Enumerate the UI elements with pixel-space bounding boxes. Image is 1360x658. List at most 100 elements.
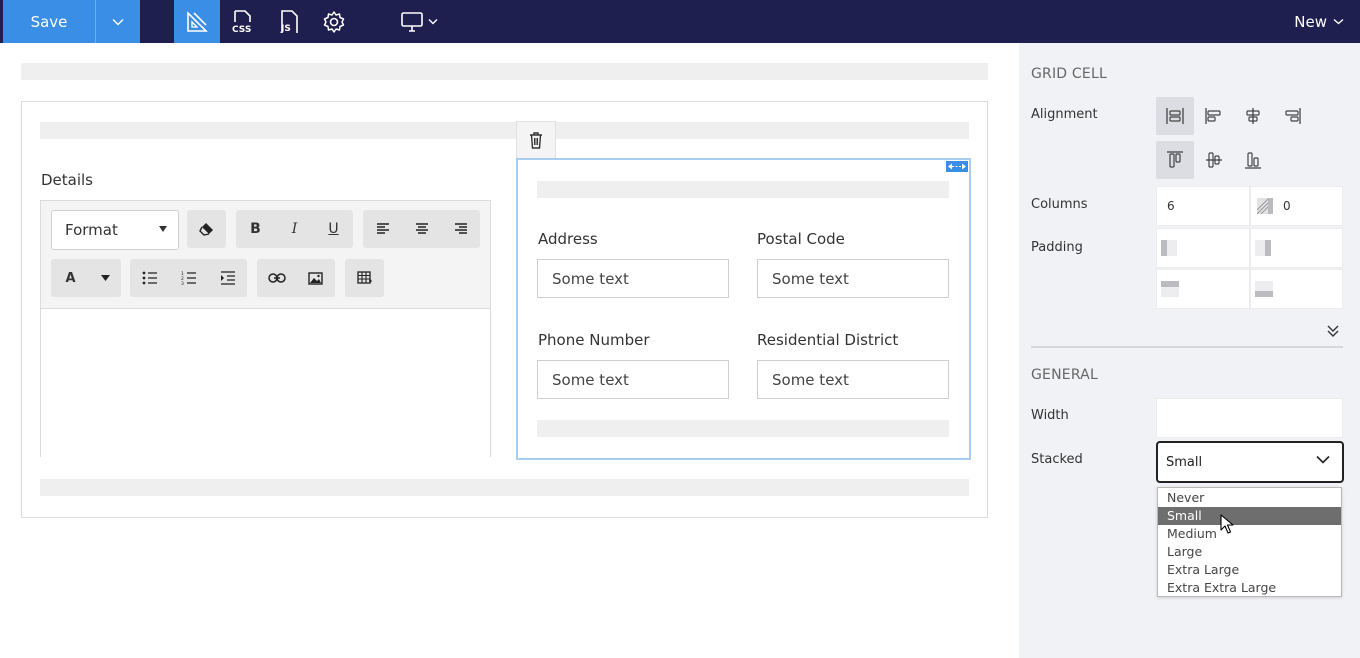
align-left-icon — [376, 223, 389, 234]
phone-number-input[interactable]: Some text — [537, 360, 729, 399]
numbered-list-icon: 123 — [181, 271, 196, 285]
offset-icon — [1257, 198, 1273, 214]
details-label: Details — [41, 171, 94, 189]
bold-button[interactable]: B — [236, 210, 275, 248]
css-editor-button[interactable]: CSS — [220, 0, 266, 43]
delete-cell-button[interactable] — [516, 121, 556, 159]
rich-text-editor[interactable]: Format B I U A 1 2 3 — [40, 200, 491, 457]
layout-ruler-button[interactable] — [174, 0, 220, 43]
list-group: 123 — [130, 259, 247, 297]
device-preview-dropdown[interactable] — [394, 0, 444, 43]
residential-district-input[interactable]: Some text — [757, 360, 949, 399]
valign-center-icon — [1206, 152, 1222, 168]
chevron-down-icon — [1316, 455, 1330, 464]
align-center-h-button[interactable] — [1234, 97, 1272, 135]
valign-top-icon — [1167, 151, 1183, 168]
indent-button[interactable] — [208, 259, 247, 297]
width-input[interactable] — [1156, 398, 1343, 438]
stacked-option-never[interactable]: Never — [1158, 489, 1341, 507]
font-color-group: A — [51, 259, 121, 297]
save-button[interactable]: Save — [3, 0, 95, 43]
image-icon — [308, 271, 323, 285]
drop-zone-placeholder[interactable] — [40, 122, 969, 139]
js-editor-button[interactable]: JS — [266, 0, 312, 43]
expand-more-button[interactable] — [1326, 323, 1340, 342]
padding-left-input[interactable] — [1156, 228, 1250, 268]
stacked-options-list: Never Small Medium Large Extra Large Ext… — [1157, 487, 1342, 597]
padding-label: Padding — [1031, 240, 1083, 255]
resize-handle[interactable] — [946, 161, 968, 172]
bulleted-list-button[interactable] — [130, 259, 169, 297]
residential-district-label: Residential District — [757, 331, 899, 349]
stacked-option-medium[interactable]: Medium — [1158, 525, 1341, 543]
chevron-down-icon — [428, 19, 438, 25]
alignment-group — [363, 210, 480, 248]
font-color-button[interactable]: A — [51, 259, 90, 297]
align-stretch-button[interactable] — [1156, 97, 1194, 135]
drop-zone-placeholder[interactable] — [21, 63, 988, 80]
insert-table-button[interactable] — [345, 259, 384, 297]
link-icon — [267, 273, 286, 283]
columns-input[interactable]: 6 — [1156, 186, 1250, 226]
bulleted-list-icon — [142, 271, 157, 285]
stacked-label: Stacked — [1031, 452, 1083, 467]
postal-code-input[interactable]: Some text — [757, 259, 949, 298]
address-input[interactable]: Some text — [537, 259, 729, 298]
valign-bottom-button[interactable] — [1234, 141, 1272, 179]
valign-top-button[interactable] — [1156, 141, 1194, 179]
insert-group — [257, 259, 335, 297]
drop-zone-placeholder[interactable] — [537, 420, 949, 437]
padding-right-input[interactable] — [1250, 228, 1343, 268]
font-color-dropdown[interactable] — [90, 259, 121, 297]
mouse-cursor-icon — [1220, 514, 1234, 538]
numbered-list-button[interactable]: 123 — [169, 259, 208, 297]
properties-panel: GRID CELL Alignment Columns 6 0 Padding — [1019, 43, 1360, 658]
insert-image-button[interactable] — [296, 259, 335, 297]
drop-zone-placeholder[interactable] — [537, 181, 949, 198]
width-label: Width — [1031, 408, 1069, 423]
align-end-button[interactable] — [1273, 97, 1311, 135]
save-options-button[interactable] — [95, 0, 140, 43]
table-icon — [357, 271, 372, 284]
svg-text:JS: JS — [280, 24, 291, 34]
align-center-button[interactable] — [402, 210, 441, 248]
columns-label: Columns — [1031, 197, 1088, 212]
postal-code-label: Postal Code — [757, 230, 845, 248]
align-start-button[interactable] — [1195, 97, 1233, 135]
clear-format-button[interactable] — [187, 210, 226, 248]
align-right-button[interactable] — [441, 210, 480, 248]
indent-icon — [220, 271, 235, 285]
stacked-option-small[interactable]: Small — [1158, 507, 1341, 525]
underline-button[interactable]: U — [314, 210, 353, 248]
clear-format-group — [187, 210, 226, 248]
padding-right-icon — [1255, 240, 1271, 256]
stacked-option-large[interactable]: Large — [1158, 543, 1341, 561]
drop-zone-placeholder[interactable] — [40, 479, 969, 496]
stacked-option-extra-extra-large[interactable]: Extra Extra Large — [1158, 579, 1341, 597]
format-dropdown[interactable]: Format — [51, 210, 179, 250]
css-file-icon: CSS — [232, 9, 251, 35]
resize-horizontal-icon — [948, 163, 966, 170]
phone-number-label: Phone Number — [538, 331, 650, 349]
stacked-option-extra-large[interactable]: Extra Large — [1158, 561, 1341, 579]
editor-toolbar: Format B I U A 1 2 3 — [41, 201, 490, 309]
padding-bottom-input[interactable] — [1250, 269, 1343, 309]
caret-down-icon — [159, 226, 167, 232]
insert-link-button[interactable] — [257, 259, 296, 297]
align-center-horizontal-icon — [1246, 108, 1260, 124]
padding-top-input[interactable] — [1156, 269, 1250, 309]
padding-top-icon — [1161, 281, 1179, 297]
general-heading: GENERAL — [1031, 367, 1098, 383]
align-stretch-icon — [1166, 108, 1184, 124]
stacked-select[interactable]: Small — [1156, 441, 1344, 483]
align-start-icon — [1205, 108, 1221, 124]
column-offset-input[interactable]: 0 — [1250, 186, 1343, 226]
align-left-button[interactable] — [363, 210, 402, 248]
selected-grid-cell[interactable] — [516, 158, 971, 460]
italic-button[interactable]: I — [275, 210, 314, 248]
layout-ruler-icon — [187, 10, 208, 32]
valign-center-button[interactable] — [1195, 141, 1233, 179]
desktop-monitor-icon — [401, 11, 423, 32]
settings-button[interactable] — [311, 0, 357, 43]
new-menu[interactable]: New — [1294, 0, 1344, 43]
